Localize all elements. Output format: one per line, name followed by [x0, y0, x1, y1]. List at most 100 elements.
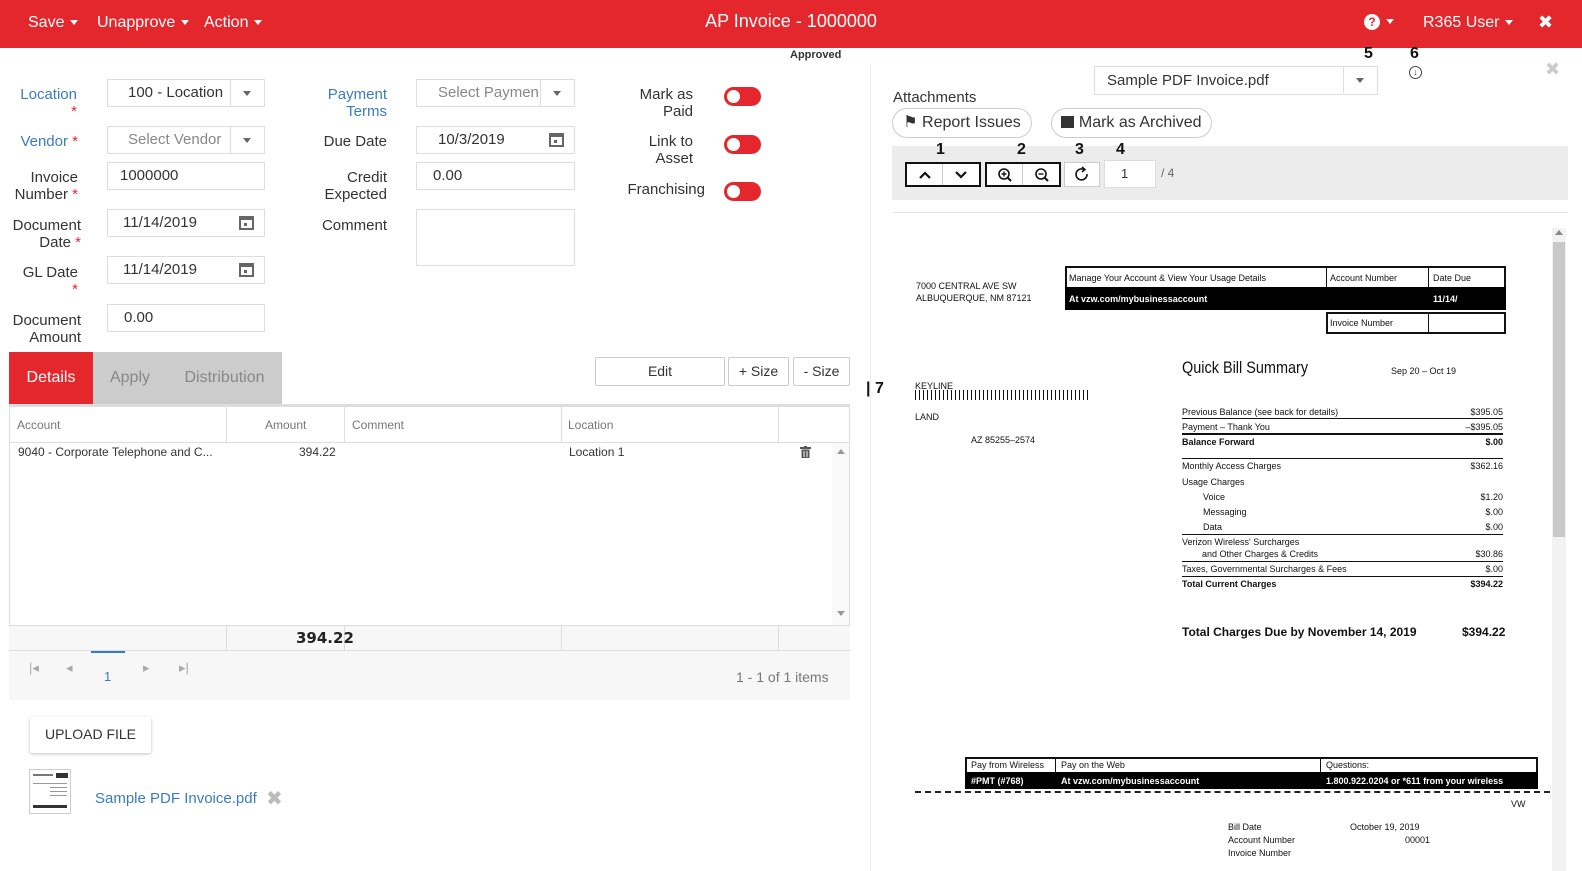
doc-invoice-number-header: Invoice Number	[1330, 318, 1394, 328]
cell-location: Location 1	[569, 445, 625, 459]
credit-expected-input[interactable]: 0.00	[416, 162, 575, 190]
doc-phone: 1.800.922.0204 or *611 from your wireles…	[1326, 776, 1504, 786]
scroll-up-icon[interactable]	[837, 449, 845, 454]
user-menu[interactable]: R365 User	[1423, 14, 1514, 32]
document-amount-input[interactable]: 0.00	[107, 304, 265, 332]
column-header-account[interactable]: Account	[17, 418, 60, 432]
remove-file-icon[interactable]: ✖	[266, 786, 283, 811]
viewer-scrollbar[interactable]	[1552, 228, 1566, 871]
location-value: 100 - Location	[128, 84, 224, 101]
help-menu[interactable]: ?	[1364, 13, 1394, 31]
items-count: 1 - 1 of 1 items	[736, 669, 829, 685]
tab-distribution[interactable]: Distribution	[167, 352, 282, 404]
comment-textarea[interactable]	[416, 209, 575, 266]
grid-pager	[9, 651, 850, 700]
close-icon[interactable]: ✖	[1538, 12, 1553, 33]
dropdown-arrow[interactable]	[230, 127, 264, 153]
column-header-location[interactable]: Location	[568, 418, 613, 432]
marker-2: 2	[1017, 141, 1026, 158]
grid-scrollbar[interactable]	[832, 443, 849, 625]
calendar-icon[interactable]	[239, 263, 254, 277]
dropdown-arrow[interactable]	[230, 80, 264, 106]
user-label: R365 User	[1423, 14, 1500, 31]
due-date-input[interactable]: 10/3/2019	[416, 126, 575, 154]
location-label: Location *	[20, 86, 77, 120]
doc-line-value: $395.05	[1470, 407, 1503, 417]
dropdown-arrow[interactable]	[1343, 67, 1377, 93]
doc-date-due-value: 11/14/	[1433, 294, 1458, 304]
scroll-down-icon[interactable]	[837, 611, 845, 616]
edit-button[interactable]: Edit	[595, 357, 725, 386]
table-row[interactable]: 9040 - Corporate Telephone and C... 394.…	[10, 443, 831, 625]
doc-rule	[1182, 418, 1503, 419]
mark-as-archived-button[interactable]: Mark as Archived	[1051, 108, 1212, 138]
invoice-number-label: Invoice Number *	[14, 169, 78, 203]
zoom-in-icon	[998, 168, 1012, 182]
doc-line-label: Previous Balance (see back for details)	[1182, 407, 1339, 417]
doc-url: At vzw.com/mybusinessaccount	[1069, 294, 1208, 304]
download-icon[interactable]: ↓	[1409, 66, 1422, 79]
chevron-down-icon	[1356, 78, 1364, 83]
doc-line-label: Data	[1203, 522, 1223, 532]
tab-details[interactable]: Details	[9, 352, 93, 404]
document-date-input[interactable]: 11/14/2019	[107, 209, 265, 237]
close-viewer-icon[interactable]: ✖	[1545, 59, 1560, 80]
mark-as-paid-toggle[interactable]	[724, 87, 761, 106]
previous-page-icon[interactable]: ◂	[66, 660, 73, 676]
file-thumbnail[interactable]	[29, 769, 71, 814]
trash-icon[interactable]	[800, 446, 811, 458]
gl-date-input[interactable]: 11/14/2019	[107, 256, 265, 284]
page-total: / 4	[1161, 166, 1175, 180]
credit-expected-label: Credit Expected	[324, 169, 387, 203]
doc-manage-text: Manage Your Account & View Your Usage De…	[1069, 273, 1266, 283]
calendar-icon[interactable]	[549, 133, 564, 147]
doc-pay-wireless: Pay from Wireless	[971, 760, 1045, 770]
last-page-icon[interactable]: ▸|	[179, 660, 189, 676]
next-page-button[interactable]	[944, 164, 979, 185]
scroll-thumb[interactable]	[1553, 242, 1565, 537]
chevron-down-icon	[1505, 20, 1514, 26]
increase-size-button[interactable]: + Size	[728, 357, 789, 386]
vendor-select[interactable]: Select Vendor	[107, 126, 265, 154]
tab-apply[interactable]: Apply	[93, 352, 167, 404]
chevron-down-icon	[243, 138, 251, 143]
location-select[interactable]: 100 - Location	[107, 79, 265, 107]
doc-address-1: 7000 CENTRAL AVE SW	[916, 281, 1017, 291]
next-page-icon[interactable]: ▸	[143, 660, 150, 676]
zoom-out-button[interactable]	[1024, 164, 1059, 185]
page-number-input[interactable]: 1	[1104, 160, 1156, 188]
previous-page-button[interactable]	[907, 164, 943, 185]
help-icon: ?	[1364, 14, 1380, 30]
marker-3: 3	[1075, 141, 1084, 158]
dropdown-arrow[interactable]	[540, 80, 574, 106]
decrease-size-button[interactable]: - Size	[793, 357, 850, 386]
scroll-up-icon[interactable]	[1555, 230, 1563, 235]
current-page[interactable]: 1	[104, 669, 111, 684]
column-header-comment[interactable]: Comment	[352, 418, 404, 432]
doc-line-value: $1.20	[1480, 492, 1503, 502]
doc-pay-web: Pay on the Web	[1061, 760, 1125, 770]
doc-account-number-value: 00001	[1405, 835, 1431, 845]
invoice-number-input[interactable]: 1000000	[107, 162, 265, 190]
payment-terms-select[interactable]: Select Paymen	[416, 79, 575, 107]
doc-line-label: Usage Charges	[1182, 477, 1245, 487]
column-header-amount[interactable]: Amount	[265, 418, 306, 432]
franchising-toggle[interactable]	[724, 182, 761, 201]
upload-file-button[interactable]: UPLOAD FILE	[30, 717, 151, 753]
attachment-file-select[interactable]: Sample PDF Invoice.pdf	[1094, 66, 1378, 95]
rotate-button[interactable]	[1064, 162, 1100, 187]
comment-label: Comment	[321, 217, 387, 234]
doc-questions: Questions:	[1326, 760, 1370, 770]
calendar-icon[interactable]	[239, 216, 254, 230]
flag-icon: ⚑	[903, 114, 918, 131]
doc-rule	[1182, 458, 1503, 459]
doc-summary-title: Quick Bill Summary	[1182, 358, 1309, 377]
zoom-in-button[interactable]	[987, 164, 1023, 185]
first-page-icon[interactable]: |◂	[29, 660, 39, 676]
link-to-asset-toggle[interactable]	[724, 135, 761, 154]
doc-account-number-header: Account Number	[1330, 273, 1398, 283]
report-issues-button[interactable]: ⚑ Report Issues	[892, 108, 1032, 138]
doc-line-label: Verizon Wireless' Surcharges	[1182, 537, 1300, 547]
doc-period: Sep 20 – Oct 19	[1391, 366, 1457, 376]
attached-file-link[interactable]: Sample PDF Invoice.pdf	[95, 790, 257, 807]
